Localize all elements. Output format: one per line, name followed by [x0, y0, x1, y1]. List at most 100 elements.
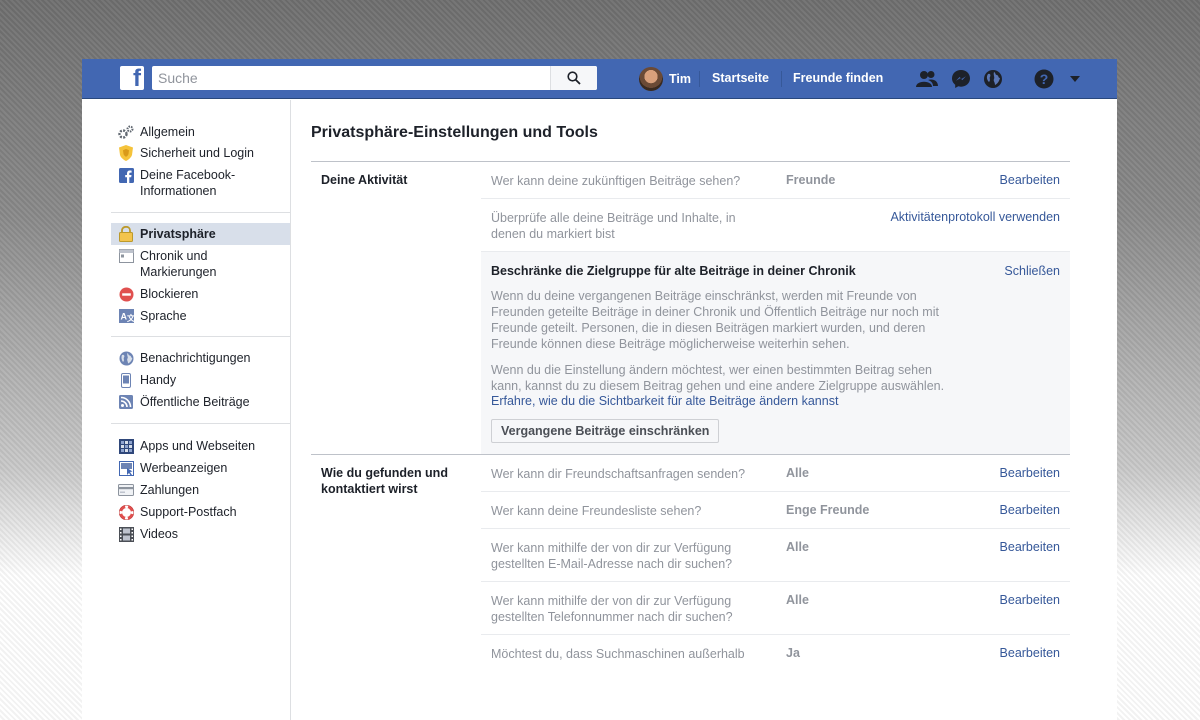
setting-value: Alle — [786, 466, 809, 480]
limit-past-posts-button[interactable]: Vergangene Beiträge einschränken — [491, 419, 720, 443]
edit-link[interactable]: Bearbeiten — [1000, 503, 1060, 517]
ads-icon — [118, 460, 134, 476]
film-icon — [118, 526, 134, 542]
sidebar-item-label: Blockieren — [140, 287, 199, 301]
help-icon[interactable]: ? — [1032, 67, 1056, 91]
setting-question: Wer kann dir Freundschaftsanfragen sende… — [491, 467, 746, 481]
profile-link[interactable]: Tim — [639, 67, 691, 91]
edit-link[interactable]: Bearbeiten — [1000, 173, 1060, 187]
sidebar-item-facebook-informationen[interactable]: Deine Facebook-Informationen — [111, 164, 290, 202]
edit-link[interactable]: Bearbeiten — [1000, 646, 1060, 660]
section-title-activity: Deine Aktivität — [321, 173, 408, 187]
sidebar-item-werbeanzeigen[interactable]: Werbeanzeigen — [111, 457, 290, 479]
notifications-globe-icon[interactable] — [981, 67, 1005, 91]
page-title: Privatsphäre-Einstellungen und Tools — [311, 124, 598, 141]
limit-past-posts-panel: Beschränke die Zielgruppe für alte Beitr… — [481, 252, 1070, 454]
setting-row-phone-lookup: Wer kann mithilfe der von dir zur Verfüg… — [481, 582, 1070, 635]
lifebuoy-icon — [118, 504, 134, 520]
sidebar-item-chronik[interactable]: Chronik und Markierungen — [111, 245, 290, 283]
setting-row-future-posts: Wer kann deine zukünftigen Beiträge sehe… — [481, 162, 1070, 199]
setting-row-email-lookup: Wer kann mithilfe der von dir zur Verfüg… — [481, 529, 1070, 582]
messenger-icon[interactable] — [949, 67, 973, 91]
lock-icon — [118, 226, 134, 242]
sidebar-item-label: Sprache — [140, 309, 187, 323]
sidebar-item-label: Sicherheit und Login — [140, 146, 254, 160]
sidebar-item-label: Apps und Webseiten — [140, 439, 256, 453]
facebook-icon — [118, 167, 134, 183]
search-input[interactable] — [158, 66, 548, 90]
sidebar-item-label: Privatsphäre — [140, 227, 216, 241]
sidebar-item-privatsphaere[interactable]: Privatsphäre — [111, 223, 290, 245]
nav-divider — [781, 71, 782, 87]
search-button[interactable] — [550, 66, 597, 90]
svg-text:文: 文 — [127, 313, 134, 323]
sidebar-item-label: Allgemein — [140, 125, 195, 139]
sidebar-item-blockieren[interactable]: Blockieren — [111, 283, 290, 305]
mobile-icon — [118, 372, 134, 388]
search-box — [152, 66, 597, 90]
activity-log-link[interactable]: Aktivitätenprotokoll verwenden — [890, 210, 1060, 224]
sidebar-item-support-postfach[interactable]: Support-Postfach — [111, 501, 290, 523]
sidebar-item-label: Werbeanzeigen — [140, 461, 228, 475]
sidebar-group-general: Allgemein Sicherheit und Login Deine Fac… — [111, 121, 290, 202]
apps-icon — [118, 438, 134, 454]
setting-row-friend-list: Wer kann deine Freundesliste sehen? Enge… — [481, 492, 1070, 529]
nav-divider — [699, 71, 700, 87]
sidebar-item-zahlungen[interactable]: Zahlungen — [111, 479, 290, 501]
facebook-logo-letter: f — [133, 65, 141, 92]
setting-question: Möchtest du, dass Suchmaschinen außerhal… — [491, 647, 745, 661]
sidebar-item-label: Benachrichtigungen — [140, 351, 251, 365]
edit-link[interactable]: Bearbeiten — [1000, 466, 1060, 480]
edit-link[interactable]: Bearbeiten — [1000, 540, 1060, 554]
learn-more-link[interactable]: Erfahre, wie du die Sichtbarkeit für alt… — [491, 394, 838, 408]
timeline-icon — [118, 248, 134, 264]
sidebar-group-privacy: Privatsphäre Chronik und Markierungen Bl… — [111, 223, 290, 327]
friend-requests-icon[interactable] — [915, 67, 939, 91]
sidebar-item-label: Deine Facebook-Informationen — [140, 168, 236, 198]
chevron-down-icon[interactable] — [1063, 67, 1087, 91]
sidebar-divider — [111, 423, 290, 424]
facebook-logo[interactable]: f — [120, 65, 144, 92]
search-icon — [567, 71, 581, 85]
section-title-contact: Wie du gefunden und kontaktiert wirst — [321, 466, 448, 496]
top-navigation-bar: f Tim Startseite Freunde finden ? — [82, 59, 1117, 99]
setting-value: Alle — [786, 540, 809, 554]
sidebar-item-sprache[interactable]: A文 Sprache — [111, 305, 290, 327]
close-link[interactable]: Schließen — [1004, 264, 1060, 278]
sidebar-item-allgemein[interactable]: Allgemein — [111, 121, 290, 143]
sidebar-item-benachrichtigungen[interactable]: Benachrichtigungen — [111, 347, 290, 369]
sidebar-item-label: Videos — [140, 527, 178, 541]
setting-question: Wer kann mithilfe der von dir zur Verfüg… — [491, 541, 733, 571]
find-friends-link[interactable]: Freunde finden — [793, 71, 883, 85]
sidebar-item-apps[interactable]: Apps und Webseiten — [111, 435, 290, 457]
setting-row-search-engines: Möchtest du, dass Suchmaschinen außerhal… — [481, 635, 1070, 688]
setting-question: Wer kann deine Freundesliste sehen? — [491, 504, 702, 518]
sidebar-item-label: Chronik und Markierungen — [140, 249, 217, 279]
edit-link[interactable]: Bearbeiten — [1000, 593, 1060, 607]
setting-value: Alle — [786, 593, 809, 607]
globe-icon — [118, 350, 134, 366]
sidebar-item-label: Zahlungen — [140, 483, 200, 497]
sidebar-item-handy[interactable]: Handy — [111, 369, 290, 391]
browser-window: f Tim Startseite Freunde finden ? — [82, 59, 1117, 720]
settings-sidebar: Allgemein Sicherheit und Login Deine Fac… — [82, 100, 291, 720]
setting-question: Wer kann mithilfe der von dir zur Verfüg… — [491, 594, 733, 624]
setting-question: Wer kann deine zukünftigen Beiträge sehe… — [491, 174, 741, 188]
sidebar-group-notifications: Benachrichtigungen Handy Öffentliche Bei… — [111, 347, 290, 413]
credit-card-icon — [118, 482, 134, 498]
sidebar-group-apps: Apps und Webseiten Werbeanzeigen Zahlung… — [111, 435, 290, 545]
sidebar-divider — [111, 336, 290, 337]
shield-icon — [118, 145, 134, 161]
sidebar-item-sicherheit[interactable]: Sicherheit und Login — [111, 142, 290, 164]
panel-description: Wenn du deine vergangenen Beiträge einsc… — [491, 289, 939, 351]
sidebar-item-oeffentliche-beitraege[interactable]: Öffentliche Beiträge — [111, 391, 290, 413]
setting-row-review-posts: Überprüfe alle deine Beiträge und Inhalt… — [481, 199, 1070, 252]
sidebar-item-label: Handy — [140, 373, 177, 387]
sidebar-divider — [111, 212, 290, 213]
setting-row-friend-requests: Wer kann dir Freundschaftsanfragen sende… — [481, 455, 1070, 492]
rss-icon — [118, 394, 134, 410]
home-link[interactable]: Startseite — [712, 71, 769, 85]
panel-title: Beschränke die Zielgruppe für alte Beitr… — [491, 264, 856, 278]
sidebar-item-videos[interactable]: Videos — [111, 523, 290, 545]
language-icon: A文 — [118, 308, 134, 324]
